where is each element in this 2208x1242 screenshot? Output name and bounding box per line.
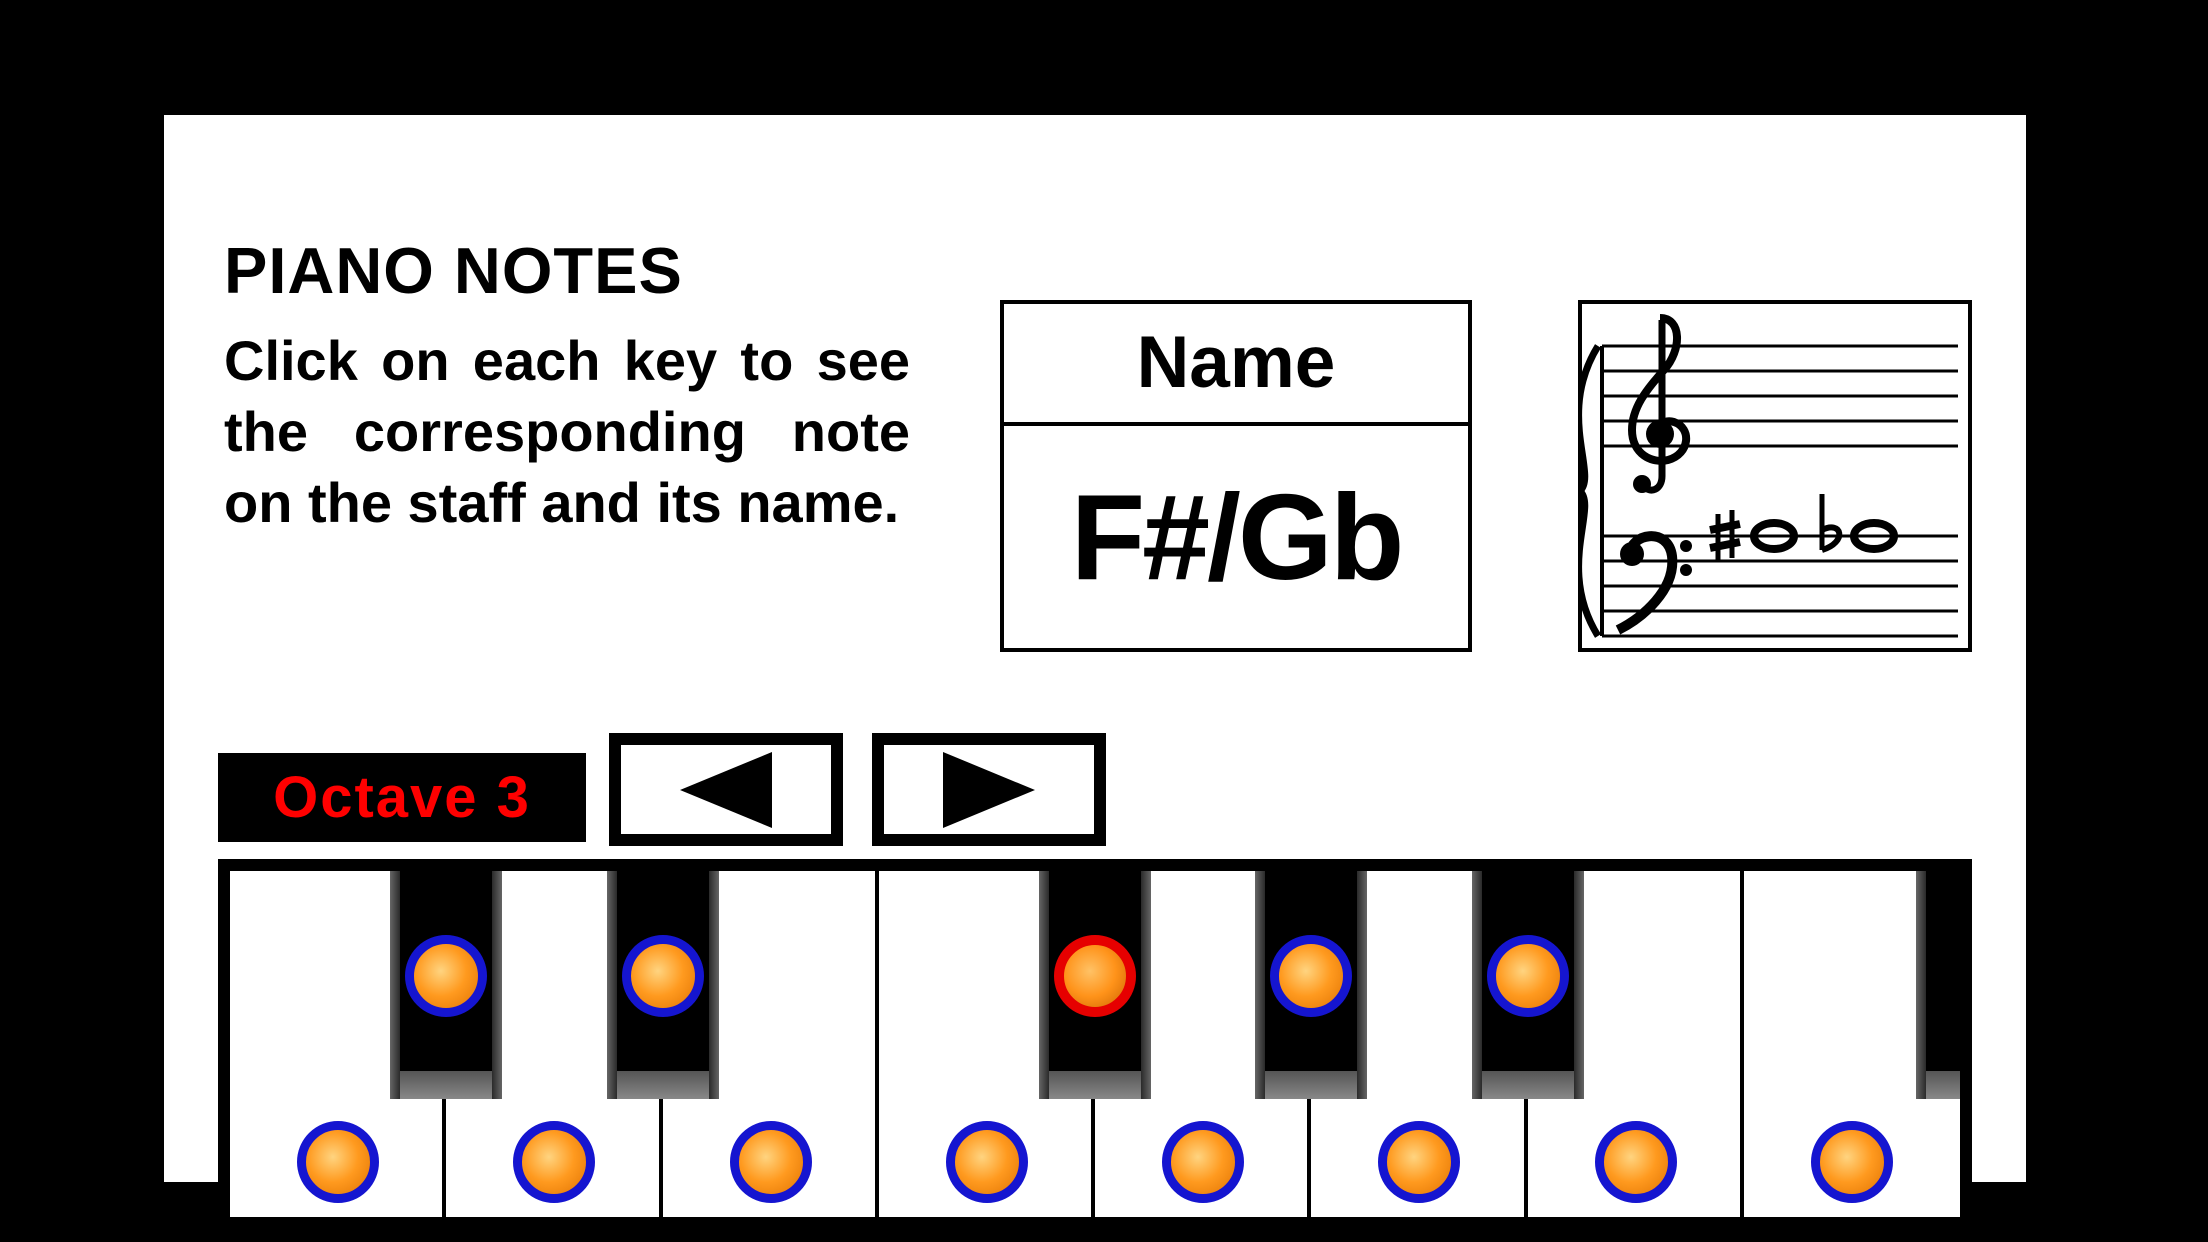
treble-clef-icon [1632,318,1686,493]
octave-label: Octave 3 [218,753,586,842]
triangle-left-icon [680,752,772,828]
black-key-fragment[interactable] [1916,871,1972,1099]
piano-keyboard [218,859,1972,1229]
app-stage: PIANO NOTES Click on each key to see the… [0,0,2208,1242]
octave-prev-button[interactable] [609,733,843,846]
black-key-CDb[interactable] [390,871,502,1099]
black-key-FGb[interactable] [1039,871,1151,1099]
staff-display [1578,300,1972,652]
note-name-value: F#/Gb [1004,426,1468,648]
brace-icon [1582,346,1598,636]
octave-next-button[interactable] [872,733,1106,846]
black-key-DEb[interactable] [607,871,719,1099]
note-name-header: Name [1004,304,1468,426]
instructions-text: Click on each key to see the correspondi… [224,325,910,538]
note-name-box: Name F#/Gb [1000,300,1472,652]
page-title: PIANO NOTES [224,233,683,308]
triangle-right-icon [943,752,1035,828]
bass-clef-icon [1618,536,1692,630]
black-key-ABb[interactable] [1472,871,1584,1099]
black-key-GAb[interactable] [1255,871,1367,1099]
flat-accidental-icon [1822,494,1839,550]
grand-staff-icon [1582,304,1968,648]
